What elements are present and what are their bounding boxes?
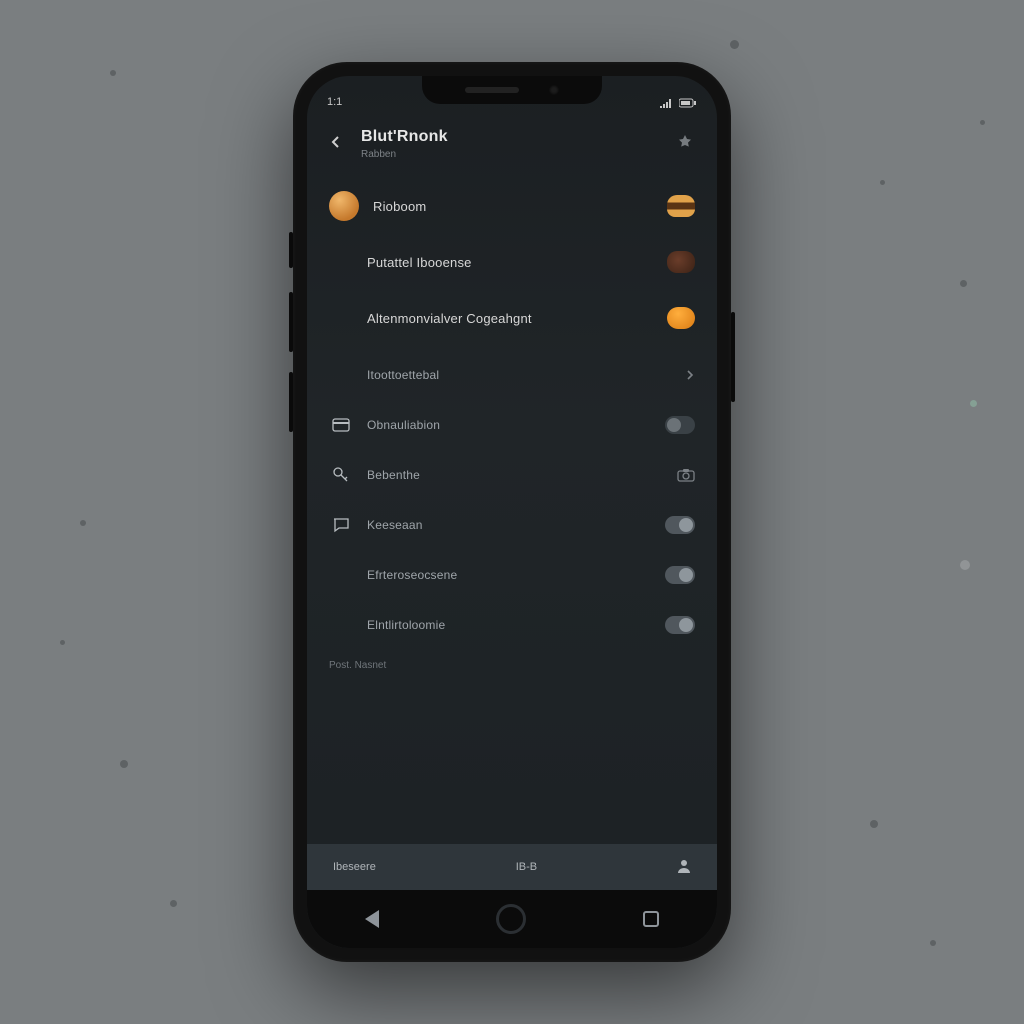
tab-left[interactable]: Ibeseere (333, 861, 376, 873)
signal-icon (659, 98, 673, 108)
list-item[interactable]: Putattel Ibooense (329, 234, 695, 290)
battery-icon (679, 98, 697, 108)
list-item-label: Obnauliabion (367, 418, 651, 432)
page-header: Blut'Rnonk Rabben (329, 118, 695, 164)
camera-icon (665, 468, 695, 482)
spacer (329, 250, 353, 274)
tab-label: Ibeseere (333, 861, 376, 873)
key-icon (329, 463, 353, 487)
notch (422, 76, 602, 104)
settings-list: Itoottoettebal Obnauliabion (329, 350, 695, 650)
screen: 1:1 Blut'Rnonk Rabben (307, 76, 717, 948)
front-camera (549, 85, 559, 95)
bun-icon (667, 307, 695, 329)
list-item[interactable]: Itoottoettebal (329, 350, 695, 400)
spacer (329, 563, 353, 587)
page-subtitle: Rabben (361, 149, 663, 160)
nav-back-button[interactable] (365, 910, 379, 928)
person-icon (677, 859, 691, 876)
chat-icon (329, 513, 353, 537)
list-item[interactable]: Efrteroseocsene (329, 550, 695, 600)
card-icon (329, 413, 353, 437)
list-item-label: Rioboom (373, 199, 651, 214)
meat-icon (667, 251, 695, 273)
list-item[interactable]: Obnauliabion (329, 400, 695, 450)
toggle[interactable] (665, 516, 695, 534)
volume-up-button (289, 292, 293, 352)
spacer (329, 306, 353, 330)
volume-down-button (289, 372, 293, 432)
toggle[interactable] (665, 416, 695, 434)
nav-home-button[interactable] (496, 904, 526, 934)
featured-list: Rioboom Putattel Ibooense Altenmonvialve… (329, 178, 695, 346)
list-item[interactable]: Bebenthe (329, 450, 695, 500)
tab-mid[interactable]: IB-B (516, 861, 537, 873)
back-button[interactable] (329, 135, 347, 154)
toggle[interactable] (665, 616, 695, 634)
star-icon[interactable] (677, 134, 695, 155)
list-item-label: Putattel Ibooense (367, 255, 651, 270)
list-item-label: Keeseaan (367, 518, 651, 532)
speaker-grille (465, 87, 519, 93)
tab-bar: Ibeseere IB-B (307, 844, 717, 890)
list-item[interactable]: Elntlirtoloomie (329, 600, 695, 650)
list-item-label: Altenmonvialver Cogeahgnt (367, 311, 651, 326)
section-caption: Post. Nasnet (329, 660, 695, 671)
page-title: Blut'Rnonk (361, 128, 663, 146)
list-item-label: Bebenthe (367, 468, 651, 482)
tab-right[interactable] (677, 859, 691, 876)
list-item-label: Efrteroseocsene (367, 568, 651, 582)
list-item-label: Itoottoettebal (367, 368, 651, 382)
list-item-label: Elntlirtoloomie (367, 618, 651, 632)
android-nav-bar (307, 890, 717, 948)
toggle[interactable] (665, 566, 695, 584)
status-time: 1:1 (327, 96, 342, 108)
chevron-right-icon (665, 370, 695, 380)
spacer (329, 613, 353, 637)
tab-label: IB-B (516, 861, 537, 873)
nav-recent-button[interactable] (643, 911, 659, 927)
avatar (329, 191, 359, 221)
list-item[interactable]: Altenmonvialver Cogeahgnt (329, 290, 695, 346)
phone-frame: 1:1 Blut'Rnonk Rabben (293, 62, 731, 962)
side-button (289, 232, 293, 268)
list-item[interactable]: Keeseaan (329, 500, 695, 550)
list-item[interactable]: Rioboom (329, 178, 695, 234)
spacer (329, 363, 353, 387)
power-button (731, 312, 735, 402)
burger-icon (667, 195, 695, 217)
